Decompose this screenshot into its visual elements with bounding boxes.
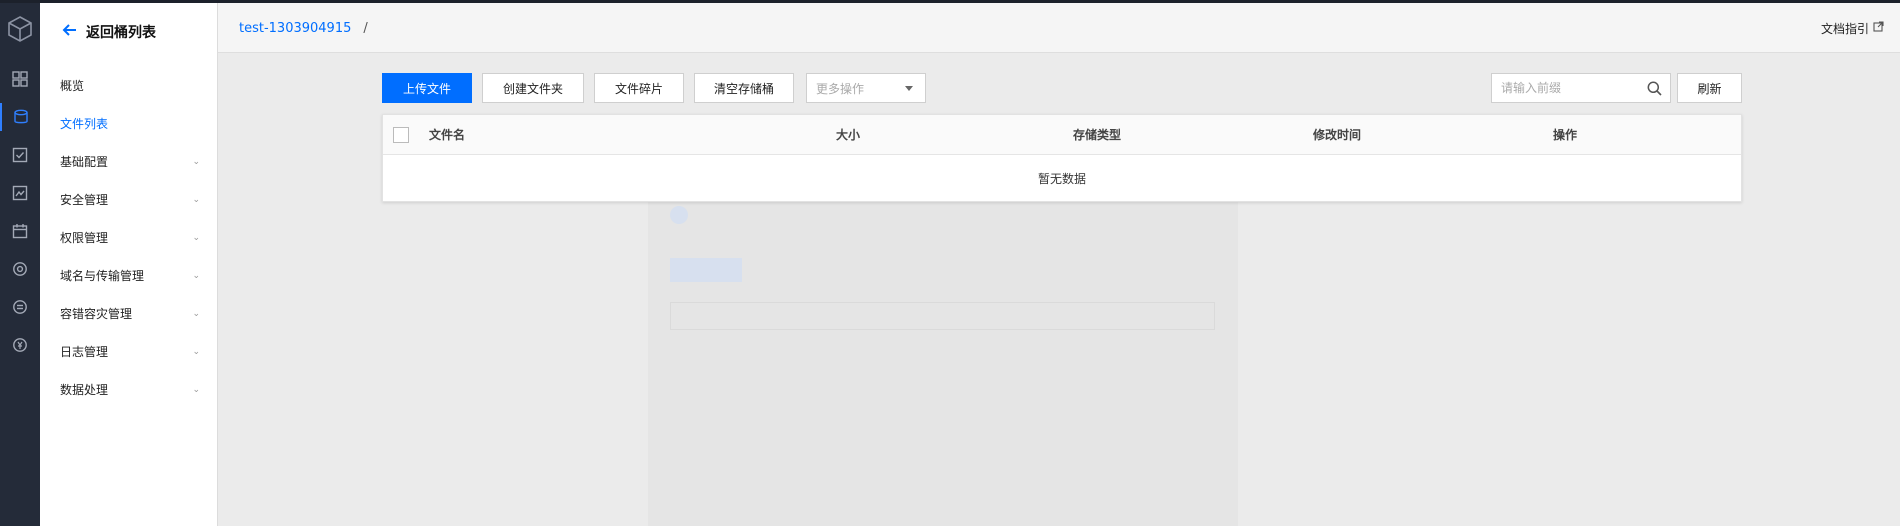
sidebar-item[interactable]: 权限管理 ⌄: [40, 219, 218, 257]
task-check-icon[interactable]: [6, 141, 34, 169]
caret-down-icon: [905, 86, 913, 91]
column-header-actions: 操作: [1553, 128, 1578, 142]
chevron-down-icon: ⌄: [192, 385, 200, 395]
image-doc-icon[interactable]: [6, 179, 34, 207]
doc-guide-link[interactable]: 文档指引: [1821, 3, 1884, 53]
tools-icon[interactable]: [6, 255, 34, 283]
sidebar-item[interactable]: 基础配置 ⌄: [40, 143, 218, 181]
upload-file-button[interactable]: 上传文件: [382, 73, 472, 103]
sidebar-item[interactable]: 概览: [40, 67, 218, 105]
chevron-down-icon: ⌄: [192, 157, 200, 167]
column-header-modified-time: 修改时间: [1313, 128, 1362, 142]
header: test-1303904915 / 文档指引: [218, 3, 1900, 53]
bucket-icon[interactable]: [0, 103, 40, 131]
icon-rail: [0, 3, 40, 526]
sidebar-item-label: 域名与传输管理: [60, 269, 145, 283]
file-fragments-button[interactable]: 文件碎片: [594, 73, 684, 103]
breadcrumb: test-1303904915 /: [239, 3, 368, 53]
refresh-button[interactable]: 刷新: [1677, 73, 1742, 103]
column-header-filename: 文件名: [429, 128, 466, 142]
modal-select-button: [670, 258, 742, 282]
more-actions-label: 更多操作: [816, 81, 865, 96]
chevron-down-icon: ⌄: [192, 309, 200, 319]
create-folder-button[interactable]: 创建文件夹: [482, 73, 584, 103]
sidebar-item[interactable]: 容错容灾管理 ⌄: [40, 295, 218, 333]
file-table: 文件名 大小 存储类型 修改时间 操作 暂无数据: [382, 114, 1742, 202]
prefix-search: [1491, 73, 1671, 103]
chevron-down-icon: ⌄: [192, 347, 200, 357]
chevron-down-icon: ⌄: [192, 271, 200, 281]
select-all-checkbox[interactable]: [393, 127, 409, 143]
external-link-icon: [1873, 21, 1884, 35]
cube-logo-icon[interactable]: [6, 15, 34, 43]
sidebar-nav: 概览 文件列表 基础配置 ⌄ 安全管理 ⌄ 权限管理 ⌄ 域名与传输管理 ⌄ 容错容灾管理 ⌄ 日志管理…: [40, 67, 218, 409]
sidebar-item-label: 权限管理: [60, 231, 109, 245]
modal-step-indicator: [670, 206, 688, 224]
sidebar-item-label: 概览: [60, 79, 85, 93]
chevron-down-icon: ⌄: [192, 195, 200, 205]
sidebar-item[interactable]: 文件列表: [40, 105, 218, 143]
sidebar-item-label: 日志管理: [60, 345, 109, 359]
empty-state-text: 暂无数据: [1037, 172, 1086, 186]
calendar-icon[interactable]: [6, 217, 34, 245]
column-header-size: 大小: [836, 128, 861, 142]
sidebar-item[interactable]: 安全管理 ⌄: [40, 181, 218, 219]
column-header-storage-class: 存储类型: [1073, 128, 1122, 142]
sidebar-item-label: 文件列表: [60, 117, 109, 131]
modal-table-header: [670, 302, 1215, 330]
billing-icon[interactable]: [6, 331, 34, 359]
breadcrumb-bucket[interactable]: test-1303904915: [239, 21, 351, 36]
arrow-left-icon: [62, 22, 78, 42]
back-label: 返回桶列表: [86, 25, 156, 41]
more-actions-select[interactable]: 更多操作: [806, 73, 926, 103]
sidebar: 返回桶列表 概览 文件列表 基础配置 ⌄ 安全管理 ⌄ 权限管理 ⌄ 域名与传输管理 ⌄ 容错容灾管…: [40, 3, 218, 526]
sidebar-item-label: 数据处理: [60, 383, 109, 397]
prefix-search-input[interactable]: [1492, 74, 1642, 102]
list-circle-icon[interactable]: [6, 293, 34, 321]
sidebar-item[interactable]: 日志管理 ⌄: [40, 333, 218, 371]
doc-guide-label: 文档指引: [1820, 21, 1869, 36]
sidebar-item[interactable]: 数据处理 ⌄: [40, 371, 218, 409]
chevron-down-icon: ⌄: [192, 233, 200, 243]
clear-bucket-button[interactable]: 清空存储桶: [694, 73, 794, 103]
sidebar-item-label: 容错容灾管理: [60, 307, 133, 321]
dashboard-icon[interactable]: [6, 65, 34, 93]
back-to-bucket-list[interactable]: 返回桶列表: [62, 20, 156, 44]
search-icon[interactable]: [1647, 81, 1662, 99]
sidebar-item[interactable]: 域名与传输管理 ⌄: [40, 257, 218, 295]
sidebar-item-label: 基础配置: [60, 155, 109, 169]
sidebar-item-label: 安全管理: [60, 193, 109, 207]
breadcrumb-separator: /: [363, 20, 368, 36]
table-header: 文件名 大小 存储类型 修改时间 操作: [383, 115, 1741, 155]
